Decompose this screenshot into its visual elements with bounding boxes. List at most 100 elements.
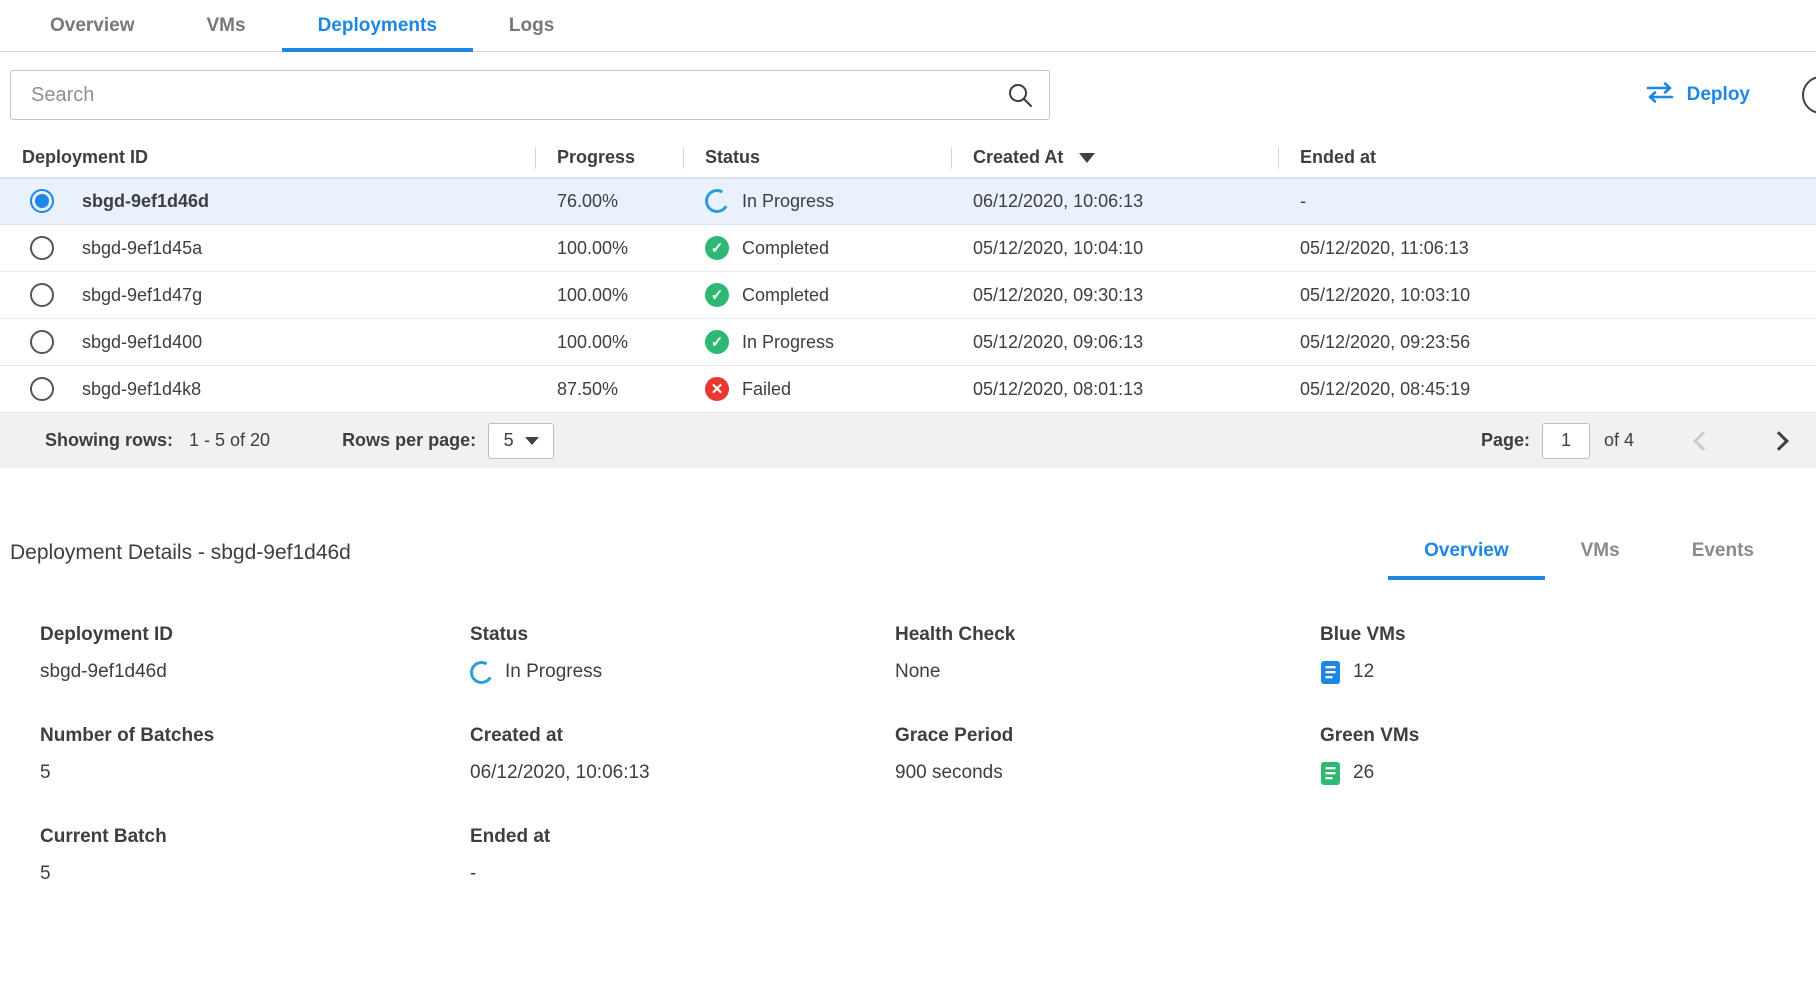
field-current-batch: Current Batch 5 [40,826,470,887]
status-text: Completed [742,285,829,306]
field-label: Green VMs [1320,725,1816,747]
cell-status: Failed [683,377,951,401]
field-value: None [895,659,1320,685]
table-row[interactable]: sbgd-9ef1d46d 76.00% In Progress 06/12/2… [0,178,1816,225]
details-header: Deployment Details - sbgd-9ef1d46d Overv… [0,540,1816,580]
field-label: Created at [470,725,895,747]
field-blue-vms: Blue VMs 12 [1320,624,1816,685]
deployments-table: Deployment ID Progress Status Created At… [0,138,1816,468]
cell-ended-at: 05/12/2020, 11:06:13 [1278,238,1816,259]
field-value: 06/12/2020, 10:06:13 [470,760,895,786]
radio-button[interactable] [30,283,54,307]
cell-ended-at: 05/12/2020, 08:45:19 [1278,379,1816,400]
field-value: 5 [40,760,470,786]
cell-status: In Progress [683,189,951,213]
search-icon[interactable] [1006,81,1034,109]
green-vm-count: 26 [1353,762,1374,784]
field-label: Ended at [470,826,895,848]
cell-progress: 87.50% [535,379,683,400]
deployment-id-text: sbgd-9ef1d47g [82,285,202,306]
table-row[interactable]: sbgd-9ef1d400 100.00% In Progress 05/12/… [0,319,1816,366]
search-input[interactable] [10,70,1050,120]
field-label: Current Batch [40,826,470,848]
details-tab-vms[interactable]: VMs [1545,540,1656,580]
cell-deployment-id: sbgd-9ef1d47g [0,283,535,307]
table-footer: Showing rows: 1 - 5 of 20 Rows per page:… [0,413,1816,468]
field-created-at: Created at 06/12/2020, 10:06:13 [470,725,895,786]
tab-vms[interactable]: VMs [171,1,282,52]
cell-status: Completed [683,283,951,307]
status-text: Completed [742,238,829,259]
chevron-down-icon [525,437,539,445]
column-header-ended-at: Ended at [1278,147,1816,168]
page-number-input[interactable]: 1 [1542,423,1590,459]
details-tab-overview[interactable]: Overview [1388,540,1545,580]
radio-button[interactable] [30,236,54,260]
deploy-arrows-icon [1645,82,1675,109]
deploy-button[interactable]: Deploy [1645,82,1750,109]
blue-vm-icon [1320,660,1341,685]
previous-page-icon[interactable] [1693,431,1713,451]
deployment-id-text: sbgd-9ef1d4k8 [82,379,201,400]
next-page-icon[interactable] [1769,431,1789,451]
table-row[interactable]: sbgd-9ef1d4k8 87.50% Failed 05/12/2020, … [0,366,1816,413]
cell-status: In Progress [683,330,951,354]
field-value: In Progress [470,659,895,685]
field-label: Grace Period [895,725,1320,747]
deployment-id-text: sbgd-9ef1d400 [82,332,202,353]
cell-deployment-id: sbgd-9ef1d45a [0,236,535,260]
column-header-progress: Progress [535,147,683,168]
radio-button[interactable] [30,189,54,213]
rows-per-page-label: Rows per page: [342,430,476,451]
details-tab-events[interactable]: Events [1656,540,1790,580]
deployment-details-section: Deployment Details - sbgd-9ef1d46d Overv… [0,540,1816,887]
showing-rows-value: 1 - 5 of 20 [189,430,270,451]
cell-progress: 100.00% [535,285,683,306]
deploy-button-label: Deploy [1687,84,1750,106]
field-label: Blue VMs [1320,624,1816,646]
tab-deployments[interactable]: Deployments [282,1,473,52]
field-health-check: Health Check None [895,624,1320,685]
cell-status: Completed [683,236,951,260]
details-tab-bar: Overview VMs Events [1388,540,1790,580]
showing-rows-label: Showing rows: [45,430,173,451]
table-row[interactable]: sbgd-9ef1d45a 100.00% Completed 05/12/20… [0,225,1816,272]
cell-created-at: 06/12/2020, 10:06:13 [951,191,1278,212]
page-total-label: of 4 [1604,430,1634,451]
completed-check-icon [705,330,729,354]
deployment-id-text: sbgd-9ef1d46d [82,191,209,212]
tab-overview[interactable]: Overview [14,1,171,52]
radio-button[interactable] [30,377,54,401]
column-header-created-at[interactable]: Created At [951,147,1278,168]
field-ended-at: Ended at - [470,826,895,887]
tab-logs[interactable]: Logs [473,1,590,52]
field-status: Status In Progress [470,624,895,685]
cell-deployment-id: sbgd-9ef1d4k8 [0,377,535,401]
completed-check-icon [705,283,729,307]
radio-button[interactable] [30,330,54,354]
partial-circle-icon[interactable] [1802,76,1816,114]
field-label: Number of Batches [40,725,470,747]
page-label: Page: [1481,430,1530,451]
cell-progress: 100.00% [535,238,683,259]
completed-check-icon [705,236,729,260]
table-header: Deployment ID Progress Status Created At… [0,138,1816,178]
column-header-deployment-id: Deployment ID [0,147,535,168]
cell-created-at: 05/12/2020, 09:06:13 [951,332,1278,353]
status-text: Failed [742,379,791,400]
details-fields-grid: Deployment ID sbgd-9ef1d46d Status In Pr… [0,580,1816,887]
cell-ended-at: 05/12/2020, 10:03:10 [1278,285,1816,306]
status-text: In Progress [505,661,602,683]
cell-progress: 100.00% [535,332,683,353]
field-number-of-batches: Number of Batches 5 [40,725,470,786]
rows-per-page-select[interactable]: 5 [488,423,554,459]
status-text: In Progress [742,191,834,212]
toolbar: Deploy [0,52,1816,134]
cell-progress: 76.00% [535,191,683,212]
field-value: sbgd-9ef1d46d [40,659,470,685]
field-label: Health Check [895,624,1320,646]
cell-deployment-id: sbgd-9ef1d400 [0,330,535,354]
status-text: In Progress [742,332,834,353]
table-row[interactable]: sbgd-9ef1d47g 100.00% Completed 05/12/20… [0,272,1816,319]
details-title: Deployment Details - sbgd-9ef1d46d [10,541,351,580]
